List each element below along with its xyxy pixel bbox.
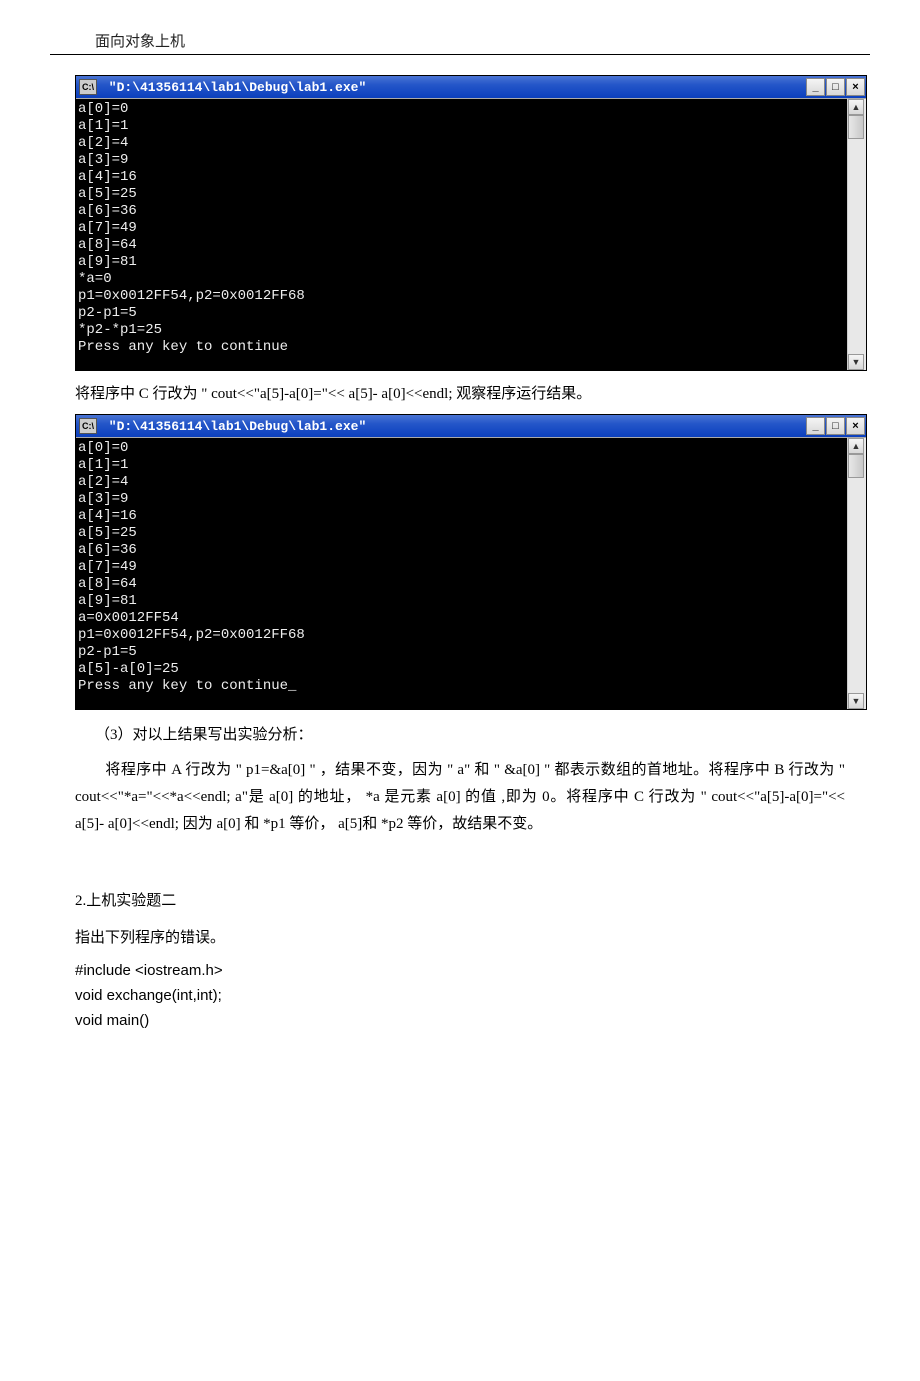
titlebar-1: C:\ "D:\41356114\lab1\Debug\lab1.exe" _ … xyxy=(76,76,866,98)
cmd-icon: C:\ xyxy=(79,79,97,95)
header-underline xyxy=(50,54,870,55)
code-line: void main() xyxy=(75,1008,870,1033)
maximize-button[interactable]: □ xyxy=(826,417,845,435)
scroll-down-icon[interactable]: ▼ xyxy=(848,354,864,370)
titlebar-text-1: "D:\41356114\lab1\Debug\lab1.exe" xyxy=(101,80,805,95)
scrollbar-2[interactable]: ▲ ▼ xyxy=(847,437,866,709)
console-window-1: C:\ "D:\41356114\lab1\Debug\lab1.exe" _ … xyxy=(75,75,867,371)
code-line: void exchange(int,int); xyxy=(75,983,870,1008)
window-controls-1: _ □ × xyxy=(805,78,865,96)
analysis-heading: （3）对以上结果写出实验分析： xyxy=(95,722,870,749)
section2-instruction: 指出下列程序的错误。 xyxy=(75,925,870,952)
scroll-down-icon[interactable]: ▼ xyxy=(848,693,864,709)
scroll-thumb[interactable] xyxy=(848,115,864,139)
minimize-button[interactable]: _ xyxy=(806,417,825,435)
console-output-1: a[0]=0 a[1]=1 a[2]=4 a[3]=9 a[4]=16 a[5]… xyxy=(76,98,847,370)
window-controls-2: _ □ × xyxy=(805,417,865,435)
analysis-paragraph: 将程序中 A 行改为 " p1=&a[0] " ，结果不变，因为 " a" 和 … xyxy=(75,757,845,838)
close-button[interactable]: × xyxy=(846,417,865,435)
titlebar-2: C:\ "D:\41356114\lab1\Debug\lab1.exe" _ … xyxy=(76,415,866,437)
console-window-2: C:\ "D:\41356114\lab1\Debug\lab1.exe" _ … xyxy=(75,414,867,710)
instruction-text-between: 将程序中 C 行改为 " cout<<"a[5]-a[0]="<< a[5]- … xyxy=(75,381,870,408)
cmd-icon: C:\ xyxy=(79,418,97,434)
console-output-2: a[0]=0 a[1]=1 a[2]=4 a[3]=9 a[4]=16 a[5]… xyxy=(76,437,847,709)
page-header-title: 面向对象上机 xyxy=(95,30,870,51)
analysis-text: 将程序中 A 行改为 " p1=&a[0] " ，结果不变，因为 " a" 和 … xyxy=(75,762,845,832)
maximize-button[interactable]: □ xyxy=(826,78,845,96)
code-block: #include <iostream.h>void exchange(int,i… xyxy=(75,958,870,1033)
scroll-thumb[interactable] xyxy=(848,454,864,478)
titlebar-text-2: "D:\41356114\lab1\Debug\lab1.exe" xyxy=(101,419,805,434)
document-page: 面向对象上机 C:\ "D:\41356114\lab1\Debug\lab1.… xyxy=(0,0,920,1073)
scroll-up-icon[interactable]: ▲ xyxy=(848,99,864,115)
close-button[interactable]: × xyxy=(846,78,865,96)
scroll-up-icon[interactable]: ▲ xyxy=(848,438,864,454)
console-body-wrap-1: a[0]=0 a[1]=1 a[2]=4 a[3]=9 a[4]=16 a[5]… xyxy=(76,98,866,370)
scrollbar-1[interactable]: ▲ ▼ xyxy=(847,98,866,370)
minimize-button[interactable]: _ xyxy=(806,78,825,96)
section2-title: 2.上机实验题二 xyxy=(75,888,870,915)
code-line: #include <iostream.h> xyxy=(75,958,870,983)
console-body-wrap-2: a[0]=0 a[1]=1 a[2]=4 a[3]=9 a[4]=16 a[5]… xyxy=(76,437,866,709)
